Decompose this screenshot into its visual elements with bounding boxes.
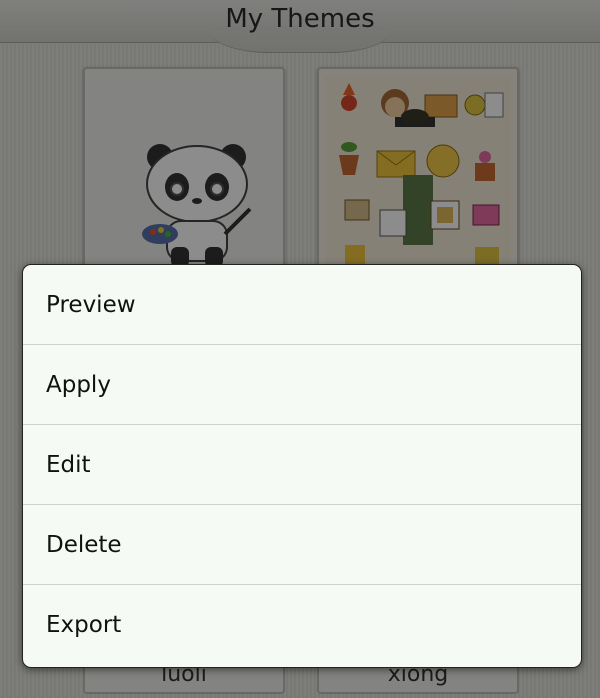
menu-item-preview[interactable]: Preview — [23, 265, 581, 345]
theme-context-menu: Preview Apply Edit Delete Export — [22, 264, 582, 668]
menu-item-export[interactable]: Export — [23, 585, 581, 665]
menu-item-delete[interactable]: Delete — [23, 505, 581, 585]
menu-item-edit[interactable]: Edit — [23, 425, 581, 505]
menu-item-apply[interactable]: Apply — [23, 345, 581, 425]
